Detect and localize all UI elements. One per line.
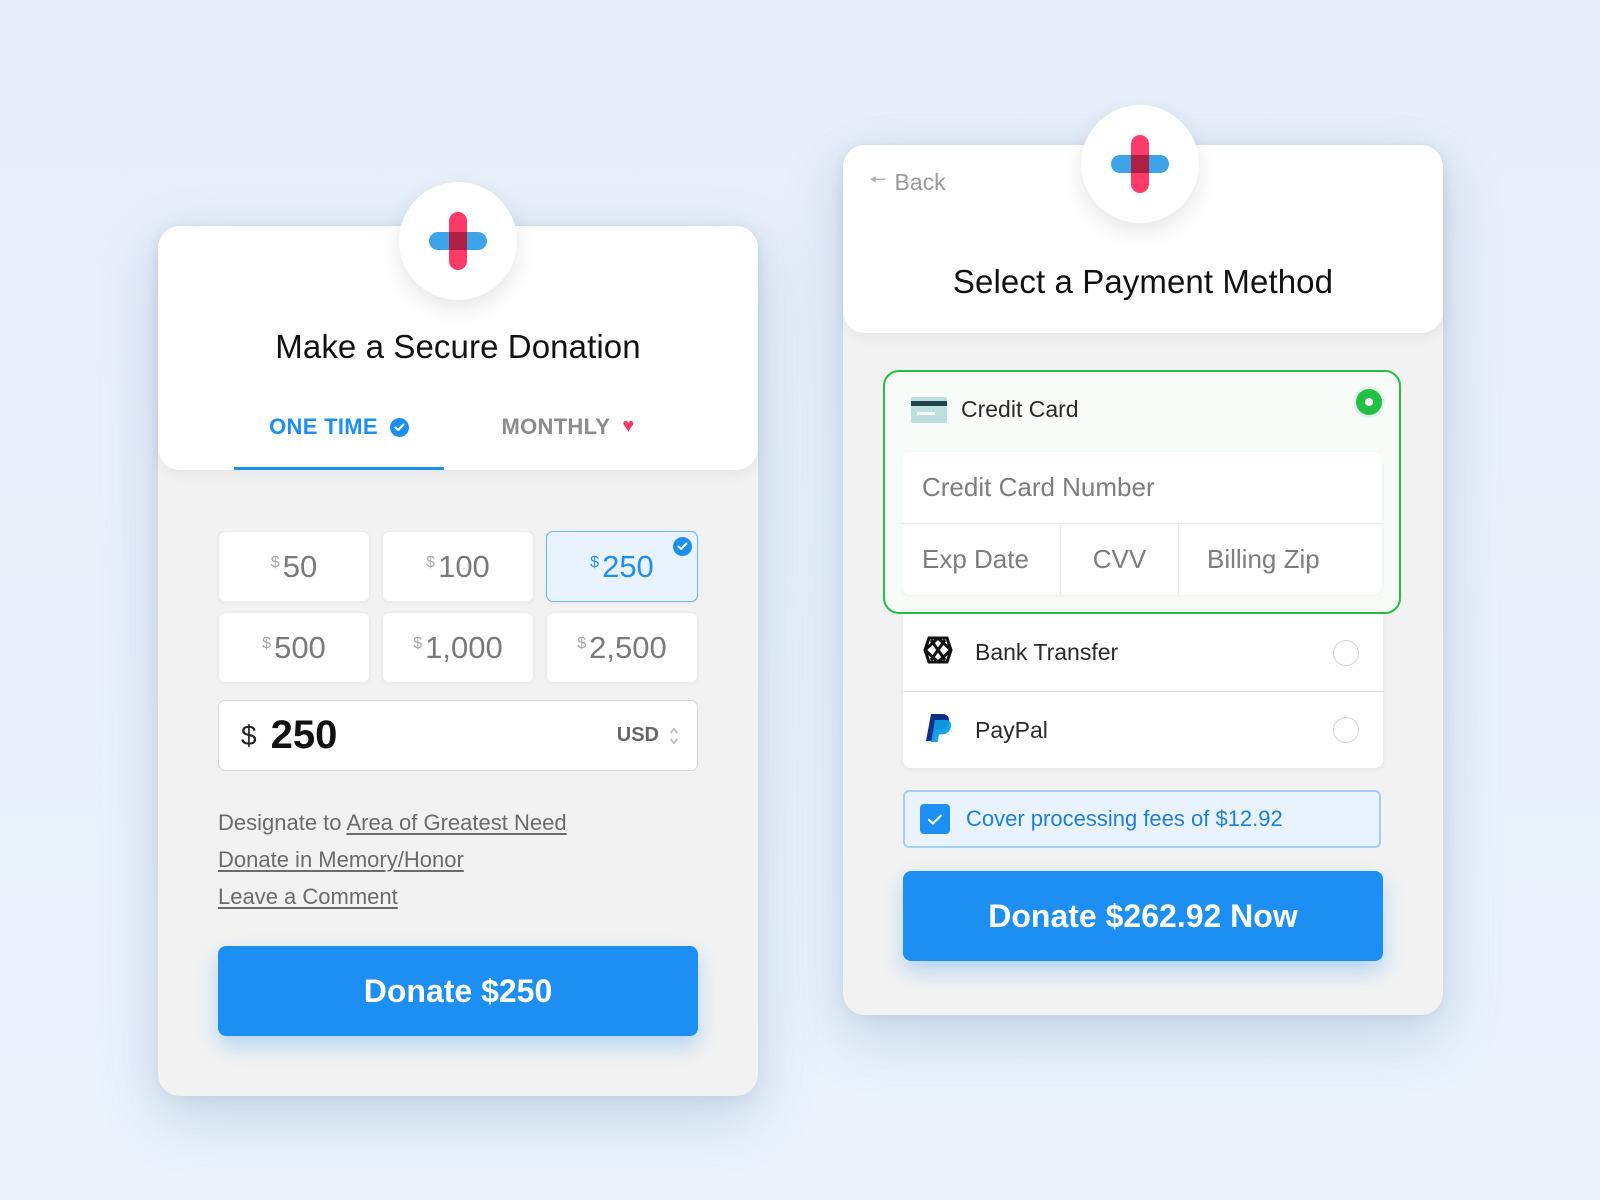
check-circle-icon (389, 418, 409, 437)
amount-value: 1,000 (425, 629, 503, 665)
amount-value: 50 (282, 548, 318, 584)
back-label: Back (894, 168, 946, 195)
custom-amount-value[interactable]: 250 (271, 713, 617, 758)
donation-card-header: Make a Secure Donation ONE TIME MONTHLY … (158, 182, 758, 470)
currency-symbol: $ (413, 635, 423, 652)
cvv-input[interactable]: CVV (1061, 524, 1179, 595)
checkbox-checked-icon[interactable] (920, 804, 950, 834)
payment-method-credit-card: Credit Card Credit Card Number Exp Date … (883, 370, 1401, 614)
cover-fees-option[interactable]: Cover processing fees of $12.92 (903, 790, 1381, 848)
method-label: Bank Transfer (975, 639, 1119, 665)
amount-value: 250 (602, 548, 654, 584)
amount-value: 2,500 (589, 629, 667, 665)
tab-label: MONTHLY (501, 414, 611, 439)
logo-badge (1081, 105, 1199, 223)
radio-unselected[interactable] (1333, 639, 1359, 666)
amount-option-250[interactable]: $ 250 (546, 531, 698, 602)
memory-honor-link[interactable]: Donate in Memory/Honor (218, 847, 464, 872)
radio-selected[interactable] (1353, 386, 1385, 418)
dollar-sign: $ (241, 719, 257, 751)
payment-card: 🠔 Back Select a Payment Method Credit Ca… (843, 105, 1443, 1015)
currency-stepper-icon[interactable] (669, 726, 679, 746)
currency-select[interactable]: USD (617, 724, 659, 747)
back-button[interactable]: 🠔 Back (869, 165, 946, 199)
cover-fees-label: Cover processing fees of $12.92 (966, 806, 1283, 831)
designate-link[interactable]: Area of Greatest Need (346, 810, 566, 835)
amount-option-2500[interactable]: $ 2,500 (546, 612, 698, 683)
tab-label: ONE TIME (269, 414, 378, 439)
payment-card-header: 🠔 Back Select a Payment Method (843, 105, 1443, 333)
currency-symbol: $ (262, 635, 272, 652)
leave-comment-link[interactable]: Leave a Comment (218, 884, 398, 909)
donate-button[interactable]: Donate $250 (218, 946, 698, 1036)
payment-method-paypal[interactable]: PayPal (903, 691, 1383, 768)
logo-badge (399, 182, 517, 300)
amount-value: 500 (274, 629, 326, 665)
paypal-icon (923, 712, 953, 749)
payment-title: Select a Payment Method (952, 263, 1334, 300)
amount-option-50[interactable]: $ 50 (218, 531, 370, 602)
amount-value: 100 (438, 548, 490, 584)
credit-card-option[interactable]: Credit Card (911, 396, 1079, 423)
frequency-tabs: ONE TIME MONTHLY ♥ (158, 414, 758, 470)
amount-option-500[interactable]: $ 500 (218, 612, 370, 683)
arrow-left-icon: 🠔 (869, 169, 887, 191)
payment-method-bank-transfer[interactable]: Bank Transfer (903, 614, 1383, 691)
method-label: PayPal (975, 716, 1048, 743)
donation-card: Make a Secure Donation ONE TIME MONTHLY … (158, 182, 758, 1096)
currency-symbol: $ (270, 554, 280, 571)
amount-option-100[interactable]: $ 100 (382, 531, 534, 602)
tab-monthly[interactable]: MONTHLY ♥ (488, 414, 648, 470)
custom-amount-field[interactable]: $ 250 USD (218, 700, 698, 771)
currency-symbol: $ (426, 554, 436, 571)
exp-date-input[interactable]: Exp Date (902, 524, 1061, 595)
amount-option-1000[interactable]: $ 1,000 (382, 612, 534, 683)
currency-symbol: $ (577, 635, 587, 652)
credit-card-icon (911, 396, 947, 423)
card-number-input[interactable]: Credit Card Number (902, 452, 1382, 524)
billing-zip-input[interactable]: Billing Zip (1179, 524, 1382, 595)
credit-card-fields: Credit Card Number Exp Date CVV Billing … (902, 452, 1382, 595)
preset-amounts: $ 50 $ 100 $ 250 $ 500 $ 1,000 $ 2,500 (218, 531, 698, 683)
donation-title: Make a Secure Donation (275, 328, 641, 365)
bank-transfer-icon (923, 635, 953, 670)
donate-now-button[interactable]: Donate $262.92 Now (903, 871, 1383, 961)
currency-symbol: $ (590, 554, 600, 571)
radio-unselected[interactable] (1333, 717, 1359, 743)
heart-icon: ♥ (622, 415, 635, 437)
method-label: Credit Card (961, 396, 1079, 422)
selected-check-icon (673, 537, 692, 556)
donation-options: Designate to Area of Greatest Need Donat… (218, 804, 567, 915)
designate-row: Designate to Area of Greatest Need (218, 804, 567, 841)
tab-one-time[interactable]: ONE TIME (234, 414, 444, 470)
designate-prefix: Designate to (218, 810, 342, 835)
other-payment-methods: Bank Transfer PayPal (903, 614, 1383, 768)
